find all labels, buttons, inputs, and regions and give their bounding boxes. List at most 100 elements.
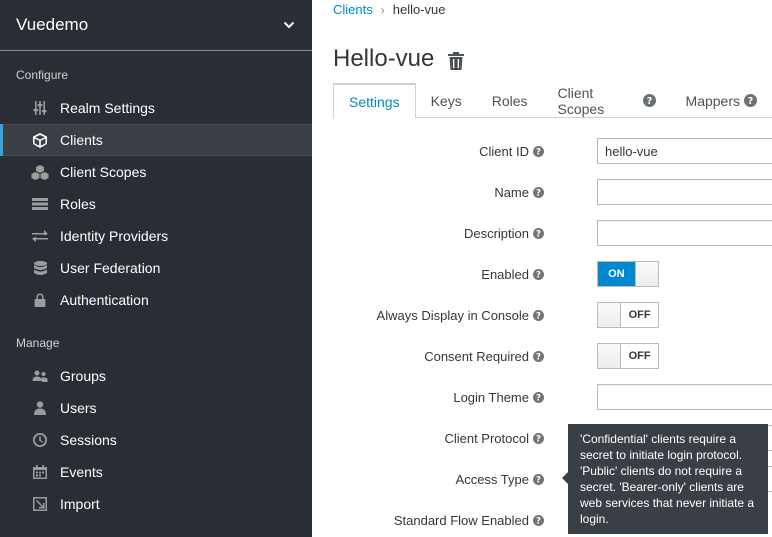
help-icon[interactable]: ?	[533, 432, 544, 444]
name-input[interactable]	[597, 179, 772, 205]
section-configure: Configure	[16, 68, 69, 82]
svg-text:?: ?	[536, 270, 541, 279]
sidebar-item-events[interactable]: Events	[0, 456, 312, 488]
svg-text:?: ?	[748, 96, 754, 107]
field-label: Standard Flow Enabled?	[394, 506, 544, 534]
help-icon[interactable]: ?	[744, 94, 757, 107]
clock-icon	[31, 432, 49, 448]
client-id-input[interactable]	[597, 138, 772, 164]
sidebar-item-roles[interactable]: Roles	[0, 188, 312, 220]
help-icon[interactable]: ?	[533, 309, 544, 321]
help-icon[interactable]: ?	[533, 514, 544, 526]
manage-nav: Groups Users Sessions Events Import	[0, 360, 312, 520]
toggle-state: OFF	[621, 303, 658, 327]
help-icon[interactable]: ?	[533, 186, 544, 198]
field-label: Client Protocol?	[444, 424, 544, 452]
svg-text:?: ?	[536, 352, 541, 361]
sidebar-item-label: Clients	[60, 132, 103, 148]
login-theme-select[interactable]	[597, 384, 772, 410]
help-icon[interactable]: ?	[533, 145, 544, 157]
lock-icon	[31, 292, 49, 308]
sidebar-item-label: Users	[60, 400, 97, 416]
realm-name: Vuedemo	[16, 15, 89, 34]
tab-label: Settings	[349, 93, 400, 110]
tab-mappers[interactable]: Mappers ?	[671, 83, 772, 118]
sidebar-item-identity-providers[interactable]: Identity Providers	[0, 220, 312, 252]
realm-selector[interactable]: Vuedemo	[0, 0, 312, 51]
sidebar-item-label: Realm Settings	[60, 100, 155, 116]
user-icon	[31, 400, 49, 416]
svg-text:?: ?	[536, 188, 541, 197]
help-icon[interactable]: ?	[533, 473, 544, 485]
sidebar-item-label: Client Scopes	[60, 164, 147, 180]
field-label: Consent Required?	[424, 342, 544, 370]
sidebar-item-user-federation[interactable]: User Federation	[0, 252, 312, 284]
help-icon[interactable]: ?	[642, 94, 656, 107]
database-icon	[31, 260, 49, 276]
tab-settings[interactable]: Settings	[333, 83, 416, 119]
form-row-always-display: Always Display in Console? OFF	[312, 301, 772, 329]
svg-text:?: ?	[536, 516, 541, 525]
always-display-toggle[interactable]: OFF	[597, 302, 659, 328]
sidebar-item-sessions[interactable]: Sessions	[0, 424, 312, 456]
title-row: Hello-vue	[333, 45, 465, 73]
sidebar-item-groups[interactable]: Groups	[0, 360, 312, 392]
field-label: Always Display in Console?	[377, 301, 544, 329]
field-label: Login Theme?	[453, 383, 544, 411]
sidebar: Vuedemo Configure Realm Settings Clients…	[0, 0, 312, 537]
access-type-tooltip: 'Confidential' clients require a secret …	[562, 424, 768, 534]
breadcrumb-separator-icon: ›	[380, 2, 385, 17]
breadcrumb: Clients › hello-vue	[333, 2, 446, 17]
sidebar-item-users[interactable]: Users	[0, 392, 312, 424]
form-row-name: Name?	[312, 178, 772, 206]
help-icon[interactable]: ?	[533, 391, 544, 403]
enabled-toggle[interactable]: ON	[597, 261, 659, 287]
form-row-consent-required: Consent Required? OFF	[312, 342, 772, 370]
svg-text:?: ?	[536, 475, 541, 484]
svg-text:?: ?	[646, 96, 652, 107]
sidebar-item-authentication[interactable]: Authentication	[0, 284, 312, 316]
calendar-icon	[31, 464, 49, 480]
tab-roles[interactable]: Roles	[477, 83, 543, 118]
users-icon	[31, 368, 49, 384]
help-icon[interactable]: ?	[533, 227, 544, 239]
svg-text:?: ?	[536, 434, 541, 443]
breadcrumb-clients-link[interactable]: Clients	[333, 2, 373, 17]
form-row-login-theme: Login Theme?	[312, 383, 772, 411]
sidebar-item-import[interactable]: Import	[0, 488, 312, 520]
help-icon[interactable]: ?	[533, 350, 544, 362]
sidebar-item-label: Identity Providers	[60, 228, 169, 244]
sidebar-item-label: Sessions	[60, 432, 117, 448]
form-row-enabled: Enabled? ON	[312, 260, 772, 288]
field-label: Name?	[494, 178, 544, 206]
svg-text:?: ?	[536, 147, 541, 156]
import-icon	[31, 496, 49, 512]
sidebar-item-clients[interactable]: Clients	[0, 124, 312, 156]
trash-icon[interactable]	[448, 51, 465, 70]
sidebar-item-realm-settings[interactable]: Realm Settings	[0, 92, 312, 124]
form-row-client-id: Client ID?	[312, 137, 772, 165]
field-label: Client ID?	[479, 137, 544, 165]
tabs: Settings Keys Roles Client Scopes ? Mapp…	[333, 83, 772, 119]
list-icon	[31, 196, 49, 212]
consent-required-toggle[interactable]: OFF	[597, 343, 659, 369]
breadcrumb-current: hello-vue	[392, 2, 446, 17]
tab-label: Client Scopes	[557, 84, 605, 117]
svg-text:?: ?	[536, 229, 541, 238]
field-label: Access Type?	[456, 465, 544, 493]
description-input[interactable]	[597, 220, 772, 246]
sidebar-item-label: User Federation	[60, 260, 161, 276]
field-label: Description?	[464, 219, 544, 247]
tab-client-scopes[interactable]: Client Scopes ?	[543, 83, 671, 118]
section-manage: Manage	[16, 336, 60, 350]
page-title: Hello-vue	[333, 45, 435, 72]
tab-label: Mappers	[685, 92, 740, 109]
configure-nav: Realm Settings Clients Client Scopes Rol…	[0, 92, 312, 316]
sidebar-item-label: Groups	[60, 368, 106, 384]
svg-text:?: ?	[536, 311, 541, 320]
sidebar-item-client-scopes[interactable]: Client Scopes	[0, 156, 312, 188]
tab-keys[interactable]: Keys	[416, 83, 477, 118]
svg-text:?: ?	[536, 393, 541, 402]
help-icon[interactable]: ?	[533, 268, 544, 280]
sidebar-item-label: Import	[60, 496, 100, 512]
